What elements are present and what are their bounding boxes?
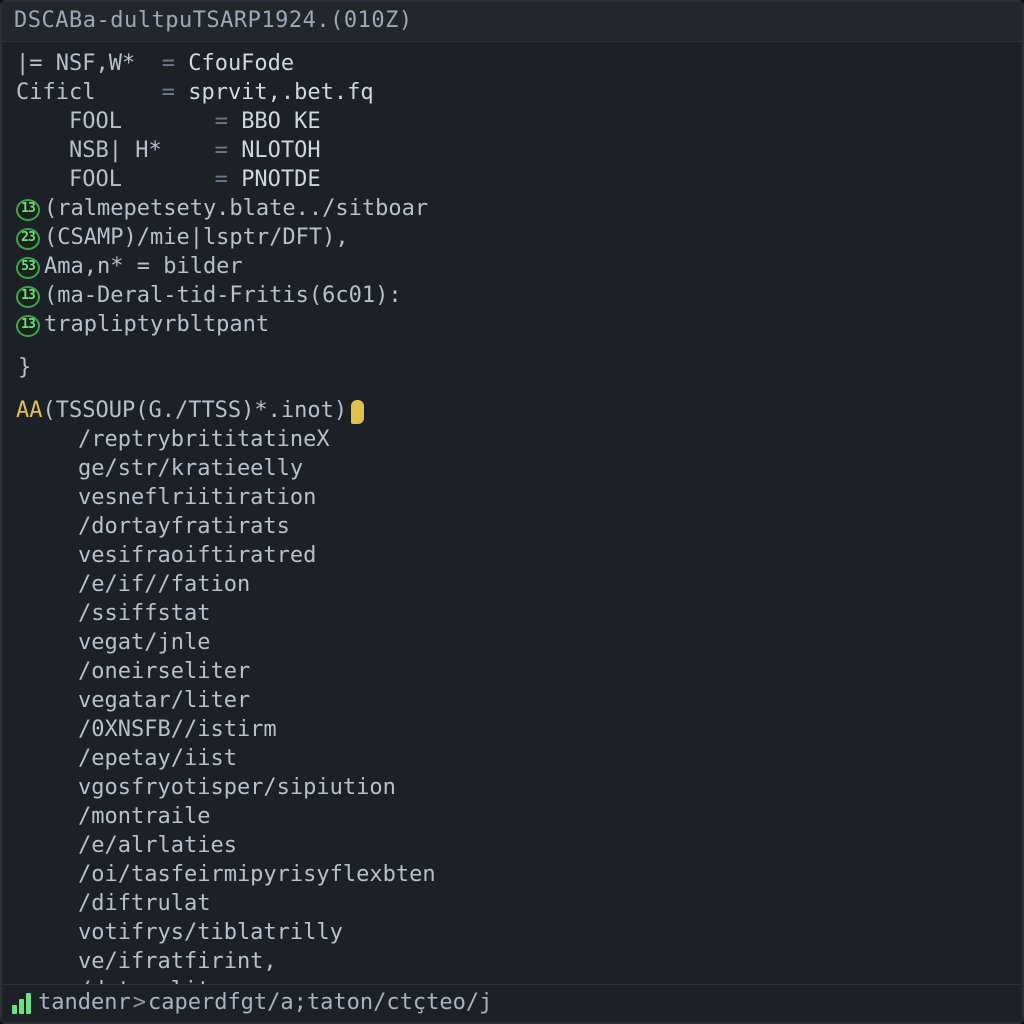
path-entry: /0XNSFB//istirm — [16, 716, 1008, 745]
var-key: |= NSF,W* — [16, 50, 148, 79]
line-badge: 53 — [16, 257, 40, 279]
var-assignment: FOOL = BBO KE — [16, 108, 1008, 137]
var-key: FOOL — [69, 108, 201, 137]
path-entry: vesifraoiftiratred — [16, 542, 1008, 571]
var-value: NLOTOH — [241, 137, 320, 166]
terminal-window: DSCABa-dultpuTSARP1924.(010Z) |= NSF,W* … — [0, 0, 1024, 1024]
path-entry: vgosfryotisper/sipiution — [16, 774, 1008, 803]
status-bar: tandenr>caperdfgt/a;taton/ctçteo/j — [2, 984, 1022, 1022]
path-entry: vesneflriitiration — [16, 484, 1008, 513]
status-path: caperdfgt/a;taton/ctçteo/j — [148, 989, 492, 1018]
section-header: AA(TSSOUP(G./TTSS)*.inot) — [16, 397, 1008, 426]
diff-text: Ama,n* = bilder — [44, 253, 243, 282]
line-badge: 13 — [16, 286, 40, 308]
diff-line: 53Ama,n* = bilder — [16, 253, 1008, 282]
section-prefix: AA — [16, 397, 43, 426]
var-assignment: Cificl = sprvit,.bet.fq — [16, 79, 1008, 108]
path-entry: ve/ifratfirint, — [16, 948, 1008, 977]
var-value: CfouFode — [188, 50, 294, 79]
var-value: PNOTDE — [241, 166, 320, 195]
path-entry: /oneirseliter — [16, 658, 1008, 687]
path-entry: /reptrybrititatineX — [16, 426, 1008, 455]
diff-text: (CSAMP)/mie|lsptr/DFT), — [44, 224, 349, 253]
path-entry: /montraile — [16, 803, 1008, 832]
diff-text: trapliptyrbltpant — [44, 311, 269, 340]
section-rest: (TSSOUP(G./TTSS)*.inot) — [43, 397, 348, 426]
line-badge: 23 — [16, 228, 40, 250]
cursor-icon — [351, 400, 364, 424]
signal-icon — [12, 992, 32, 1014]
block-close: } — [16, 354, 1008, 383]
chevron-right-icon: > — [133, 989, 146, 1018]
line-badge: 13 — [16, 199, 40, 221]
diff-line: 23(CSAMP)/mie|lsptr/DFT), — [16, 224, 1008, 253]
terminal-output[interactable]: |= NSF,W* = CfouFodeCificl = sprvit,.bet… — [2, 42, 1022, 984]
var-value: sprvit,.bet.fq — [188, 79, 373, 108]
var-key: FOOL — [69, 166, 201, 195]
path-entry: vegatar/liter — [16, 687, 1008, 716]
path-entry: ge/str/kratieelly — [16, 455, 1008, 484]
diff-line: 13(ma-Deral-tid-Fritis(6c01): — [16, 282, 1008, 311]
line-badge: 13 — [16, 315, 40, 337]
var-value: BBO KE — [241, 108, 320, 137]
path-entry: /ssiffstat — [16, 600, 1008, 629]
path-entry: /diftrulat — [16, 890, 1008, 919]
path-entry: vegat/jnle — [16, 629, 1008, 658]
var-assignment: NSB| H* = NLOTOH — [16, 137, 1008, 166]
diff-line: 13(ralmepetsety.blate../sitboar — [16, 195, 1008, 224]
var-assignment: FOOL = PNOTDE — [16, 166, 1008, 195]
diff-text: (ralmepetsety.blate../sitboar — [44, 195, 428, 224]
path-entry: votifrys/tiblatrilly — [16, 919, 1008, 948]
var-key: Cificl — [16, 79, 148, 108]
path-entry: /e/if//fation — [16, 571, 1008, 600]
title-bar: DSCABa-dultpuTSARP1924.(010Z) — [2, 2, 1022, 42]
status-prompt: tandenr — [38, 989, 131, 1018]
path-entry: /oi/tasfeirmipyrisyflexbten — [16, 861, 1008, 890]
var-assignment: |= NSF,W* = CfouFode — [16, 50, 1008, 79]
path-entry: /epetay/iist — [16, 745, 1008, 774]
path-entry: /detsraliters — [16, 977, 1008, 984]
diff-line: 13trapliptyrbltpant — [16, 311, 1008, 340]
diff-text: (ma-Deral-tid-Fritis(6c01): — [44, 282, 402, 311]
window-title: DSCABa-dultpuTSARP1924.(010Z) — [14, 7, 413, 36]
path-entry: /e/alrlaties — [16, 832, 1008, 861]
path-entry: /dortayfratirats — [16, 513, 1008, 542]
var-key: NSB| H* — [69, 137, 201, 166]
